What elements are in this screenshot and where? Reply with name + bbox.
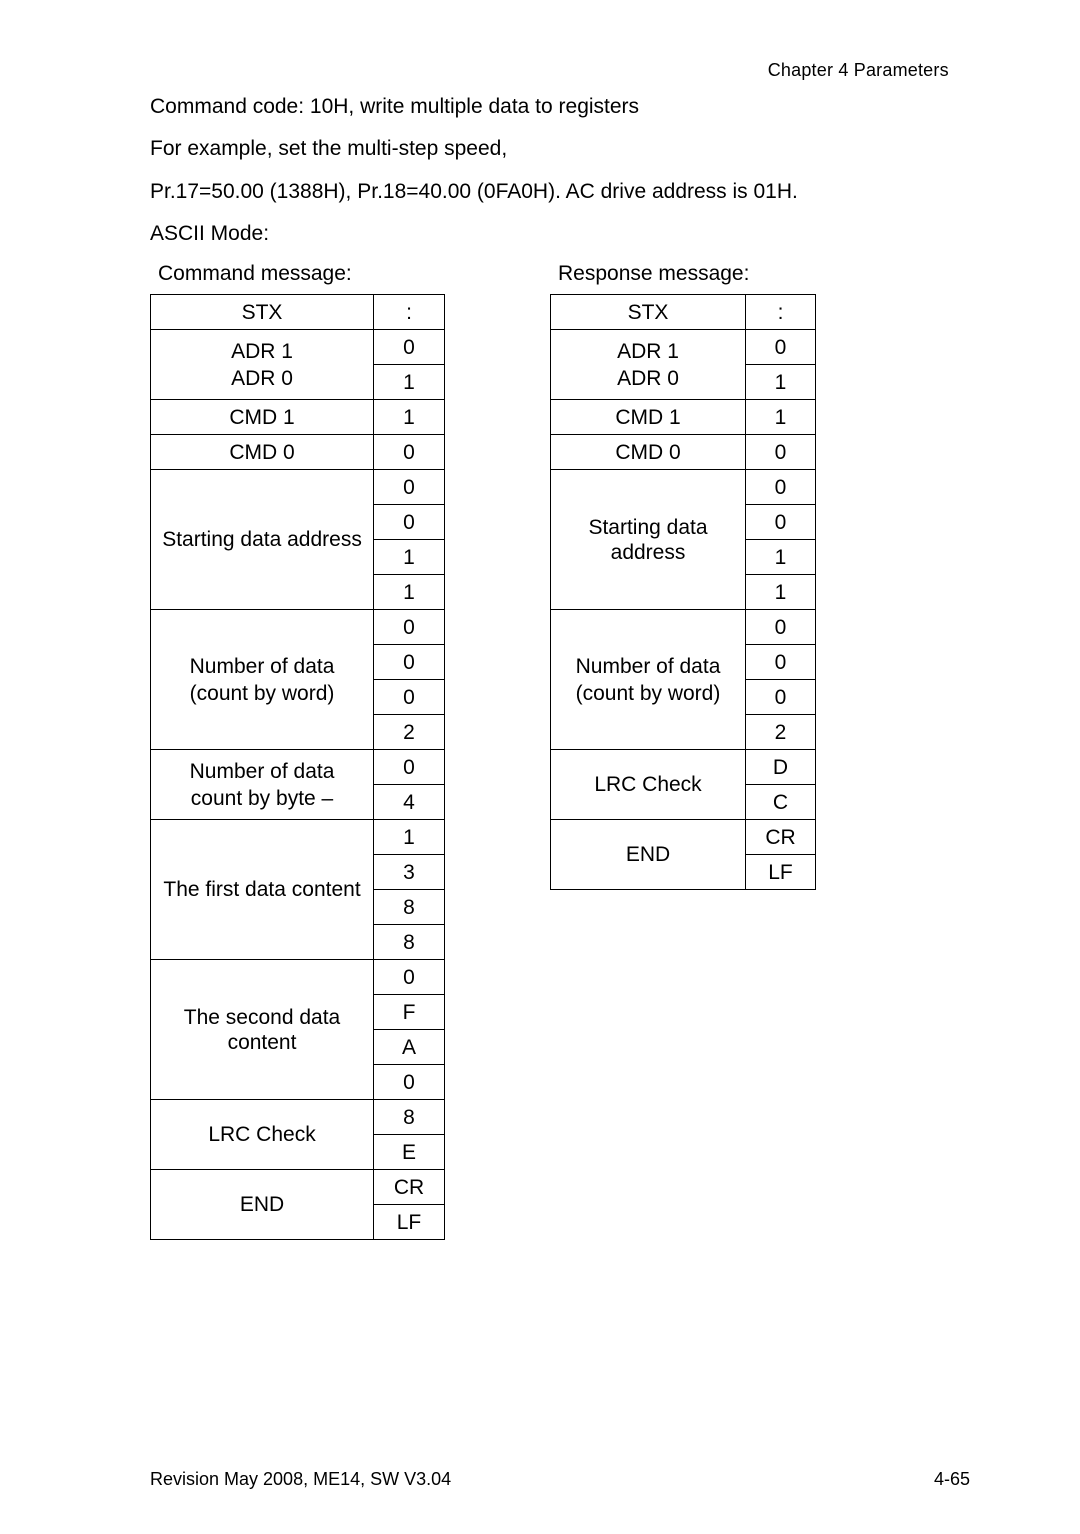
page-header: Chapter 4 Parameters [150,60,970,81]
response-row-value: 0 [746,645,816,680]
command-row-value: 4 [374,785,445,820]
table-row: The second data content0 [151,960,445,995]
command-row-label: The second data content [151,960,374,1100]
footer-page-number: 4-65 [934,1469,970,1490]
response-message-table: STX:ADR 1ADR 001CMD 11CMD 00Starting dat… [550,294,816,890]
intro-line-4: ASCII Mode: [150,220,970,248]
command-row-value: 0 [374,960,445,995]
table-row: The first data content1 [151,820,445,855]
response-row-value: 0 [746,610,816,645]
table-row: ENDCR [551,820,816,855]
response-row-label: Number of data(count by word) [551,610,746,750]
table-row: Starting data address0 [551,470,816,505]
command-row-value: 0 [374,470,445,505]
command-row-label: CMD 1 [151,400,374,435]
command-row-value: 0 [374,645,445,680]
table-row: ENDCR [151,1170,445,1205]
response-row-value: 1 [746,400,816,435]
command-row-value: 3 [374,855,445,890]
command-row-value: 0 [374,330,445,365]
command-message-table: STX:ADR 1ADR 001CMD 11CMD 00Starting dat… [150,294,445,1240]
command-row-value: E [374,1135,445,1170]
response-row-label: END [551,820,746,890]
response-row-value: LF [746,855,816,890]
table-row: CMD 00 [551,435,816,470]
intro-line-1: Command code: 10H, write multiple data t… [150,93,970,121]
command-row-label: STX [151,295,374,330]
footer-revision: Revision May 2008, ME14, SW V3.04 [150,1469,451,1490]
response-row-value: 0 [746,330,816,365]
command-row-label: Starting data address [151,470,374,610]
response-message-caption: Response message: [558,262,816,286]
command-row-value: 8 [374,890,445,925]
command-row-label: The first data content [151,820,374,960]
response-row-value: : [746,295,816,330]
response-row-value: C [746,785,816,820]
command-row-value: 0 [374,610,445,645]
table-row: Number of data(count by word)0 [151,610,445,645]
response-row-value: 0 [746,505,816,540]
command-row-value: CR [374,1170,445,1205]
command-message-caption: Command message: [158,262,445,286]
intro-line-2: For example, set the multi-step speed, [150,135,970,163]
command-row-value: 0 [374,1065,445,1100]
response-row-value: 0 [746,470,816,505]
table-row: STX: [551,295,816,330]
response-row-label: CMD 0 [551,435,746,470]
response-row-label: ADR 1ADR 0 [551,330,746,400]
command-row-value: LF [374,1205,445,1240]
table-row: LRC CheckD [551,750,816,785]
table-row: ADR 1ADR 00 [151,330,445,365]
command-row-value: 1 [374,575,445,610]
command-row-label: Number of datacount by byte – [151,750,374,820]
response-row-value: 1 [746,540,816,575]
table-row: Number of datacount by byte –0 [151,750,445,785]
page-footer: Revision May 2008, ME14, SW V3.04 4-65 [150,1469,970,1490]
chapter-label: Chapter 4 Parameters [768,60,954,80]
command-row-value: 0 [374,750,445,785]
command-row-label: ADR 1ADR 0 [151,330,374,400]
response-row-label: CMD 1 [551,400,746,435]
response-row-value: D [746,750,816,785]
command-row-value: 1 [374,540,445,575]
command-row-value: 8 [374,925,445,960]
response-row-label: Starting data address [551,470,746,610]
response-row-value: 0 [746,435,816,470]
table-row: CMD 11 [151,400,445,435]
command-row-label: Number of data(count by word) [151,610,374,750]
response-row-label: LRC Check [551,750,746,820]
response-row-value: 2 [746,715,816,750]
command-row-value: 0 [374,435,445,470]
command-row-value: 2 [374,715,445,750]
table-row: LRC Check8 [151,1100,445,1135]
table-row: Number of data(count by word)0 [551,610,816,645]
command-row-label: LRC Check [151,1100,374,1170]
response-message-block: Response message: STX:ADR 1ADR 001CMD 11… [550,262,816,890]
command-row-value: 1 [374,820,445,855]
response-row-value: 0 [746,680,816,715]
command-row-label: END [151,1170,374,1240]
command-row-value: 1 [374,400,445,435]
command-row-value: F [374,995,445,1030]
table-row: STX: [151,295,445,330]
command-row-value: : [374,295,445,330]
command-row-value: 8 [374,1100,445,1135]
response-row-value: 1 [746,365,816,400]
response-row-value: 1 [746,575,816,610]
response-row-value: CR [746,820,816,855]
command-row-label: CMD 0 [151,435,374,470]
command-row-value: A [374,1030,445,1065]
command-row-value: 0 [374,505,445,540]
table-row: CMD 00 [151,435,445,470]
command-row-value: 1 [374,365,445,400]
header-bar-icon [960,61,970,79]
response-row-label: STX [551,295,746,330]
table-row: ADR 1ADR 00 [551,330,816,365]
intro-line-3: Pr.17=50.00 (1388H), Pr.18=40.00 (0FA0H)… [150,178,970,206]
command-message-block: Command message: STX:ADR 1ADR 001CMD 11C… [150,262,445,1240]
table-row: Starting data address0 [151,470,445,505]
command-row-value: 0 [374,680,445,715]
table-row: CMD 11 [551,400,816,435]
